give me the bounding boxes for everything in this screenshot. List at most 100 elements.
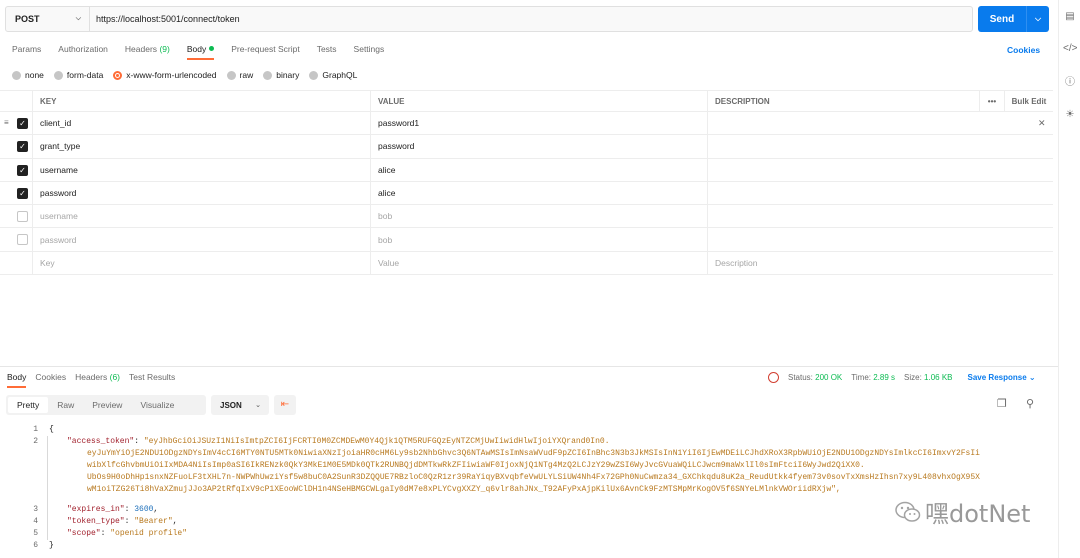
info-icon[interactable]: ⓘ xyxy=(1063,76,1077,90)
line-number: 3 xyxy=(33,505,38,514)
token-line: wM1oiTZG26Ti8hVaXZmujJJo3AP2tRfqIxV9cP1X… xyxy=(87,485,841,494)
tab-body[interactable]: Body xyxy=(186,44,215,60)
row-key[interactable]: client_id xyxy=(32,112,370,135)
radio-none[interactable]: none xyxy=(12,70,44,80)
method-select[interactable]: POST ⌵ xyxy=(6,7,90,31)
row-key[interactable]: grant_type xyxy=(32,135,370,158)
row-description[interactable] xyxy=(707,228,979,251)
table-row: ✓ password alice xyxy=(0,181,1053,206)
row-key[interactable]: username xyxy=(32,205,370,228)
row-value[interactable]: alice xyxy=(370,181,707,205)
response-view-bar: Pretty Raw Preview Visualize JSON ⌄ ⇤ ❐ … xyxy=(6,395,1053,415)
bulk-edit-button[interactable]: Bulk Edit xyxy=(1004,91,1053,111)
chevron-down-icon: ⌵ xyxy=(75,15,81,22)
body-active-dot-icon xyxy=(209,46,215,51)
cookies-link[interactable]: Cookies xyxy=(1007,45,1040,55)
line-number: 2 xyxy=(33,437,38,446)
json-open-brace: { xyxy=(49,425,54,434)
more-options-icon[interactable]: ••• xyxy=(979,91,1004,111)
row-value[interactable]: password1 xyxy=(370,112,707,135)
radio-circle-icon xyxy=(53,70,63,80)
wrap-lines-icon[interactable]: ⇤ xyxy=(274,395,296,415)
method-label: POST xyxy=(15,14,40,24)
response-tabs: Body Cookies Headers (6) Test Results xyxy=(7,372,184,388)
radio-graphql[interactable]: GraphQL xyxy=(309,70,357,80)
copy-icon[interactable]: ❐ xyxy=(997,397,1007,410)
view-pretty[interactable]: Pretty xyxy=(8,397,49,413)
response-tab-cookies[interactable]: Cookies xyxy=(35,372,66,388)
format-select[interactable]: JSON ⌄ xyxy=(211,395,269,415)
postman-app: POST ⌵ https://localhost:5001/connect/to… xyxy=(0,0,1058,558)
code-icon[interactable]: </> xyxy=(1063,42,1077,56)
chevron-down-icon: ⌄ xyxy=(255,402,261,409)
radio-form-data[interactable]: form-data xyxy=(53,70,103,80)
time-label: Time: xyxy=(851,373,871,382)
search-icon[interactable]: ⚲ xyxy=(1026,397,1034,410)
header-key: KEY xyxy=(32,91,370,111)
new-key-input[interactable]: Key xyxy=(32,251,370,275)
row-value[interactable]: alice xyxy=(370,158,707,181)
tab-params[interactable]: Params xyxy=(12,44,41,60)
row-key[interactable]: username xyxy=(32,158,370,181)
tab-headers[interactable]: Headers (9) xyxy=(125,44,170,60)
wechat-watermark: 嘿dotNet xyxy=(895,494,1030,529)
row-value[interactable]: password xyxy=(370,135,707,158)
response-body-code[interactable]: 1 2 3 4 5 6 { "access_token": "eyJhbGciO… xyxy=(0,424,1058,558)
row-description[interactable] xyxy=(707,112,979,135)
radio-x-www-form-urlencoded[interactable]: x-www-form-urlencoded xyxy=(113,70,217,80)
tab-settings[interactable]: Settings xyxy=(354,44,385,60)
radio-selected-icon xyxy=(113,70,123,80)
response-divider[interactable] xyxy=(0,366,1058,367)
row-description[interactable] xyxy=(707,135,979,158)
response-tab-body[interactable]: Body xyxy=(7,372,27,388)
view-raw[interactable]: Raw xyxy=(48,397,83,413)
row-checkbox[interactable]: ✓ xyxy=(17,141,28,153)
token-line: eyJuYmYiOjE2NDU1ODgzNDYsImV4cCI6MTY0NTU5… xyxy=(87,449,980,458)
time-value[interactable]: 2.89 s xyxy=(873,373,895,382)
params-table: KEY VALUE DESCRIPTION ••• Bulk Edit ≡ ✓ … xyxy=(0,90,1053,276)
row-key[interactable]: password xyxy=(32,181,370,205)
row-checkbox[interactable]: ✓ xyxy=(17,118,28,129)
row-value[interactable]: bob xyxy=(370,228,707,251)
radio-binary[interactable]: binary xyxy=(263,70,299,80)
status-value[interactable]: 200 OK xyxy=(815,373,842,382)
size-value[interactable]: 1.06 KB xyxy=(924,373,952,382)
tab-pre-request-script[interactable]: Pre-request Script xyxy=(231,44,300,60)
save-response-button[interactable]: Save Response ⌄ xyxy=(968,373,1036,382)
view-mode-segment: Pretty Raw Preview Visualize xyxy=(6,395,206,415)
send-label: Send xyxy=(989,13,1015,25)
view-preview[interactable]: Preview xyxy=(83,397,131,413)
response-tab-headers[interactable]: Headers (6) xyxy=(75,372,120,388)
response-tab-test-results[interactable]: Test Results xyxy=(129,372,175,388)
row-key[interactable]: password xyxy=(32,228,370,251)
watermark-text: 嘿dotNet xyxy=(925,500,1031,528)
drag-handle-icon[interactable]: ≡ xyxy=(4,119,9,127)
new-value-input[interactable]: Value xyxy=(370,251,707,275)
tab-authorization[interactable]: Authorization xyxy=(58,44,108,60)
row-description[interactable] xyxy=(707,181,979,205)
row-description[interactable] xyxy=(707,158,979,181)
tab-tests[interactable]: Tests xyxy=(317,44,337,60)
view-visualize[interactable]: Visualize xyxy=(131,397,183,413)
token-line: wibXlfcGhvbmUiOiIxMDA4NiIsImp0aSI6IkRENz… xyxy=(87,461,865,470)
row-checkbox[interactable]: ✓ xyxy=(17,187,28,199)
row-value[interactable]: bob xyxy=(370,205,707,228)
send-button[interactable]: Send ⌵ xyxy=(978,6,1049,32)
row-checkbox[interactable] xyxy=(17,211,28,223)
table-row: password bob xyxy=(0,228,1053,252)
format-label: JSON xyxy=(220,400,242,410)
row-checkbox[interactable]: ✓ xyxy=(17,164,28,176)
row-checkbox[interactable] xyxy=(17,234,28,246)
json-line-token-type: "token_type": "Bearer", xyxy=(67,517,178,526)
radio-raw[interactable]: raw xyxy=(226,70,253,80)
token-line: UbOs9H0oDhHp1snxNZFuoLF3tXHL7n-NWPWhUwzi… xyxy=(87,473,980,482)
url-input[interactable]: https://localhost:5001/connect/token xyxy=(90,14,240,24)
lightbulb-icon[interactable]: ☀ xyxy=(1063,108,1077,122)
new-description-input[interactable]: Description xyxy=(707,251,979,275)
table-row: ✓ username alice xyxy=(0,158,1053,182)
send-chevron-down-icon[interactable]: ⌵ xyxy=(1027,14,1049,24)
row-description[interactable] xyxy=(707,205,979,228)
close-icon[interactable]: ✕ xyxy=(1038,112,1046,134)
globe-icon[interactable] xyxy=(768,372,779,383)
documentation-icon[interactable]: ▤ xyxy=(1063,10,1077,24)
